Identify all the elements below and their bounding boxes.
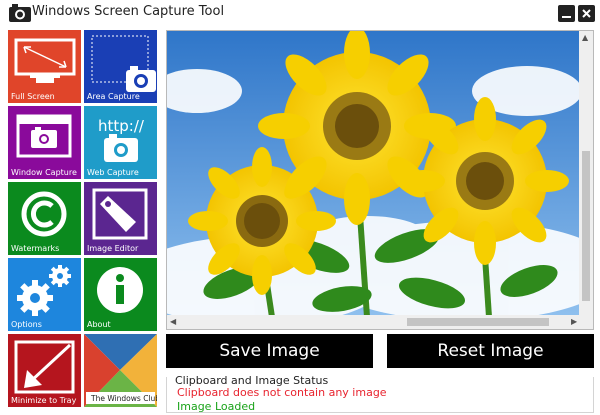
- tile-label: Window Capture: [11, 168, 77, 177]
- minimize-to-tray-tile[interactable]: Minimize to Tray: [8, 334, 81, 407]
- window-title: Windows Screen Capture Tool: [32, 4, 225, 19]
- area-capture-tile[interactable]: Area Capture: [84, 30, 157, 103]
- web-capture-tile[interactable]: http:// Web Capture: [84, 106, 157, 179]
- tile-label: The Windows Club: [91, 394, 157, 403]
- image-status-message: Image Loaded: [177, 400, 256, 413]
- sunflowers-photo: [167, 31, 579, 317]
- the-windows-club-tile[interactable]: The Windows Club: [84, 334, 157, 407]
- vertical-scrollbar[interactable]: ▲: [579, 31, 593, 317]
- full-screen-tile[interactable]: Full Screen: [8, 30, 81, 103]
- image-viewer[interactable]: ▲ ◀ ▶: [166, 30, 594, 330]
- minimize-icon: [562, 16, 571, 18]
- tile-label: Minimize to Tray: [11, 396, 77, 405]
- close-icon: [582, 9, 591, 18]
- watermarks-tile[interactable]: Watermarks: [8, 182, 81, 255]
- tile-label: Watermarks: [11, 244, 60, 253]
- tile-label: Web Capture: [87, 168, 139, 177]
- clipboard-status-message: Clipboard does not contain any image: [177, 386, 387, 399]
- camera-icon: [9, 4, 31, 22]
- scroll-left-icon[interactable]: ◀: [170, 315, 176, 329]
- svg-text:http://: http://: [98, 117, 145, 135]
- about-tile[interactable]: About: [84, 258, 157, 331]
- tile-label: Image Editor: [87, 244, 139, 253]
- vertical-scroll-thumb[interactable]: [582, 151, 590, 301]
- scroll-up-icon[interactable]: ▲: [582, 31, 588, 45]
- minimize-button[interactable]: [558, 5, 575, 22]
- tile-label: About: [87, 320, 111, 329]
- title-bar: Windows Screen Capture Tool: [0, 0, 600, 26]
- scroll-right-icon[interactable]: ▶: [571, 315, 577, 329]
- close-button[interactable]: [578, 5, 595, 22]
- horizontal-scroll-thumb[interactable]: [407, 318, 549, 326]
- image-editor-tile[interactable]: Image Editor: [84, 182, 157, 255]
- horizontal-scrollbar[interactable]: ◀ ▶: [167, 315, 593, 329]
- tile-label: Options: [11, 320, 42, 329]
- reset-image-button[interactable]: Reset Image: [387, 334, 594, 368]
- tile-label: Area Capture: [87, 92, 140, 101]
- tile-label: Full Screen: [11, 92, 55, 101]
- options-tile[interactable]: Options: [8, 258, 81, 331]
- save-image-button[interactable]: Save Image: [166, 334, 373, 368]
- window-capture-tile[interactable]: Window Capture: [8, 106, 81, 179]
